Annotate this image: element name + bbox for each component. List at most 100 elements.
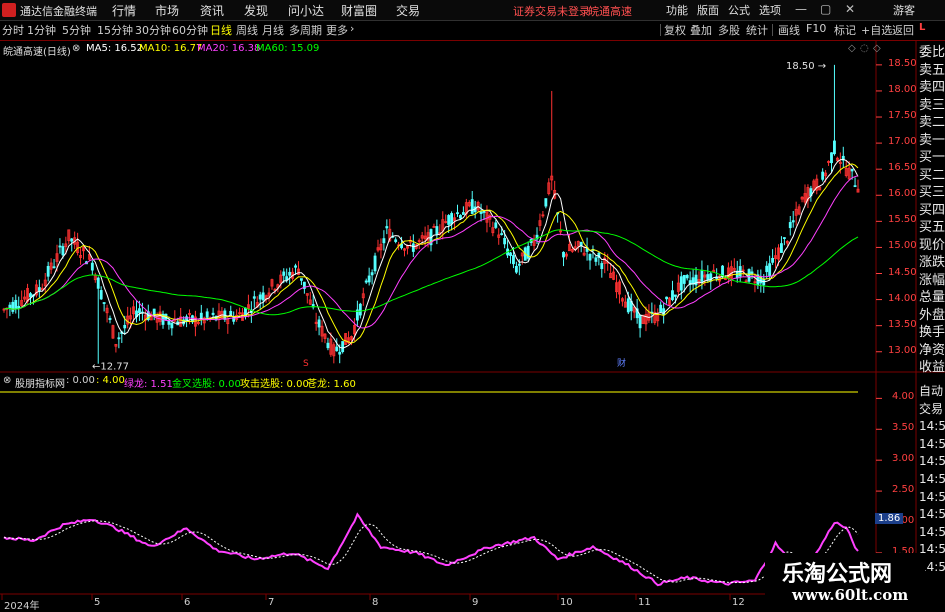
menu-function[interactable]: 功能 xyxy=(666,2,688,18)
price-tick-label: 16.00 xyxy=(888,188,917,200)
candle-down xyxy=(373,255,377,272)
menu-options[interactable]: 选项 xyxy=(759,2,781,18)
candle-down xyxy=(70,238,74,242)
candle-down xyxy=(229,310,233,315)
candle-down xyxy=(470,199,474,214)
price-tick-label: 14.00 xyxy=(888,292,917,304)
tab-multi-period[interactable]: 多周期 xyxy=(289,22,322,38)
candle-down xyxy=(123,324,127,329)
tick-time-label: 14:56 xyxy=(919,489,945,504)
tab-daily[interactable]: 日线 xyxy=(210,22,232,38)
indicator-current-value: 1.86 xyxy=(875,513,904,524)
date-tick-label: 2024年 xyxy=(4,601,40,612)
tool-adjust[interactable]: 复权 xyxy=(664,22,686,38)
tab-more[interactable]: 更多 xyxy=(326,22,348,38)
more-chevron-icon[interactable]: › xyxy=(350,22,354,35)
tool-back[interactable]: 返回 xyxy=(892,22,914,38)
candle-down xyxy=(11,301,15,312)
quote-label: 净资 xyxy=(919,342,945,358)
candle-down xyxy=(665,296,669,300)
menu-layout[interactable]: 版面 xyxy=(697,2,719,18)
price-tick-label: 14.50 xyxy=(888,266,917,278)
menu-news[interactable]: 资讯 xyxy=(200,2,224,19)
price-tick-label: 17.00 xyxy=(888,136,917,148)
candle-down xyxy=(58,245,62,248)
candle-down xyxy=(679,276,683,291)
kline-chart[interactable]: 18.50 → ←12.77 S 财 xyxy=(0,40,945,609)
candle-down xyxy=(447,215,451,225)
menu-formula[interactable]: 公式 xyxy=(728,2,750,18)
tool-statistics[interactable]: 统计 xyxy=(746,22,768,38)
candle-down xyxy=(185,316,189,321)
tool-multi-stock[interactable]: 多股 xyxy=(718,22,740,38)
menu-trade[interactable]: 交易 xyxy=(396,2,420,19)
tab-intraday[interactable]: 分时 xyxy=(2,22,24,38)
tool-mark[interactable]: 标记 xyxy=(834,22,856,38)
candle-down xyxy=(685,275,689,279)
tab-monthly[interactable]: 月线 xyxy=(262,22,284,38)
tab-30min[interactable]: 30分钟 xyxy=(135,22,171,38)
indicator-value: : 4.00 xyxy=(96,375,125,386)
quote-label: 买五 xyxy=(919,220,945,235)
candle-down xyxy=(205,311,209,318)
candle-down xyxy=(37,287,41,292)
menu-market[interactable]: 市场 xyxy=(155,2,179,19)
candle-down xyxy=(450,213,454,225)
candle-down xyxy=(562,251,565,258)
indicator-golden-cross: 金叉选股: 0.00 xyxy=(172,379,241,390)
quote-label: 现价 xyxy=(919,237,945,253)
candle-down xyxy=(461,212,465,215)
tab-weekly[interactable]: 周线 xyxy=(236,22,258,38)
candle-down xyxy=(382,238,386,244)
candle-down xyxy=(594,257,598,262)
candle-down xyxy=(682,274,686,284)
menu-market-quotes[interactable]: 行情 xyxy=(112,2,136,19)
candle-down xyxy=(385,226,389,229)
indicator-settings-icon[interactable]: ⊗ xyxy=(3,375,11,386)
candle-down xyxy=(456,212,459,215)
collapse-icon[interactable]: ◇ xyxy=(873,43,881,54)
menu-ask[interactable]: 问小达 xyxy=(288,2,324,19)
watermark-logo: 乐淘公式网 xyxy=(782,561,893,587)
menu-wealth-circle[interactable]: 财富圈 xyxy=(341,2,377,19)
tool-f10[interactable]: F10 xyxy=(806,22,826,35)
candle-down xyxy=(258,294,262,300)
candle-down xyxy=(282,271,286,276)
candle-down xyxy=(117,337,121,340)
indicator-value: : 0.00 xyxy=(66,375,95,386)
tool-draw-line[interactable]: 画线 xyxy=(778,22,800,38)
tab-5min[interactable]: 5分钟 xyxy=(62,22,91,38)
app-logo-icon xyxy=(2,3,16,17)
login-warning[interactable]: 证券交易未登录 xyxy=(513,3,590,19)
tab-1min[interactable]: 1分钟 xyxy=(27,22,56,38)
diamond-icon[interactable]: ◇ xyxy=(848,43,856,54)
candle-down xyxy=(99,290,103,300)
candle-down xyxy=(299,278,303,281)
tab-60min[interactable]: 60分钟 xyxy=(172,22,208,38)
candle-down xyxy=(673,294,677,297)
maximize-icon[interactable]: ▢ xyxy=(820,2,831,16)
pin-icon[interactable]: ◌ xyxy=(860,43,869,54)
tab-separator xyxy=(772,24,773,36)
user-guest[interactable]: 游客 xyxy=(893,2,915,18)
tool-add-favorite[interactable]: +自选 xyxy=(861,22,892,38)
date-tick-label: 6 xyxy=(184,597,191,608)
settings-circle-icon[interactable]: ⊗ xyxy=(72,43,80,54)
price-tick-label: 15.50 xyxy=(888,214,917,226)
quote-label: 涨幅 xyxy=(919,272,945,288)
menu-discover[interactable]: 发现 xyxy=(244,2,268,19)
quote-label: 委比 xyxy=(919,45,945,60)
tab-15min[interactable]: 15分钟 xyxy=(97,22,133,38)
ma5-line xyxy=(3,158,859,349)
date-tick-label: 11 xyxy=(638,597,651,608)
candle-down xyxy=(46,265,50,277)
candle-down xyxy=(600,263,604,270)
indicator-blue-dragon: 苍龙: 1.60 xyxy=(307,379,356,390)
candle-down xyxy=(771,257,775,263)
minimize-icon[interactable]: — xyxy=(795,2,807,16)
candle-down xyxy=(512,255,515,265)
candle-down xyxy=(341,341,345,353)
tool-overlay[interactable]: 叠加 xyxy=(690,22,712,38)
candle-down xyxy=(435,226,439,235)
close-icon[interactable]: ✕ xyxy=(845,2,855,16)
